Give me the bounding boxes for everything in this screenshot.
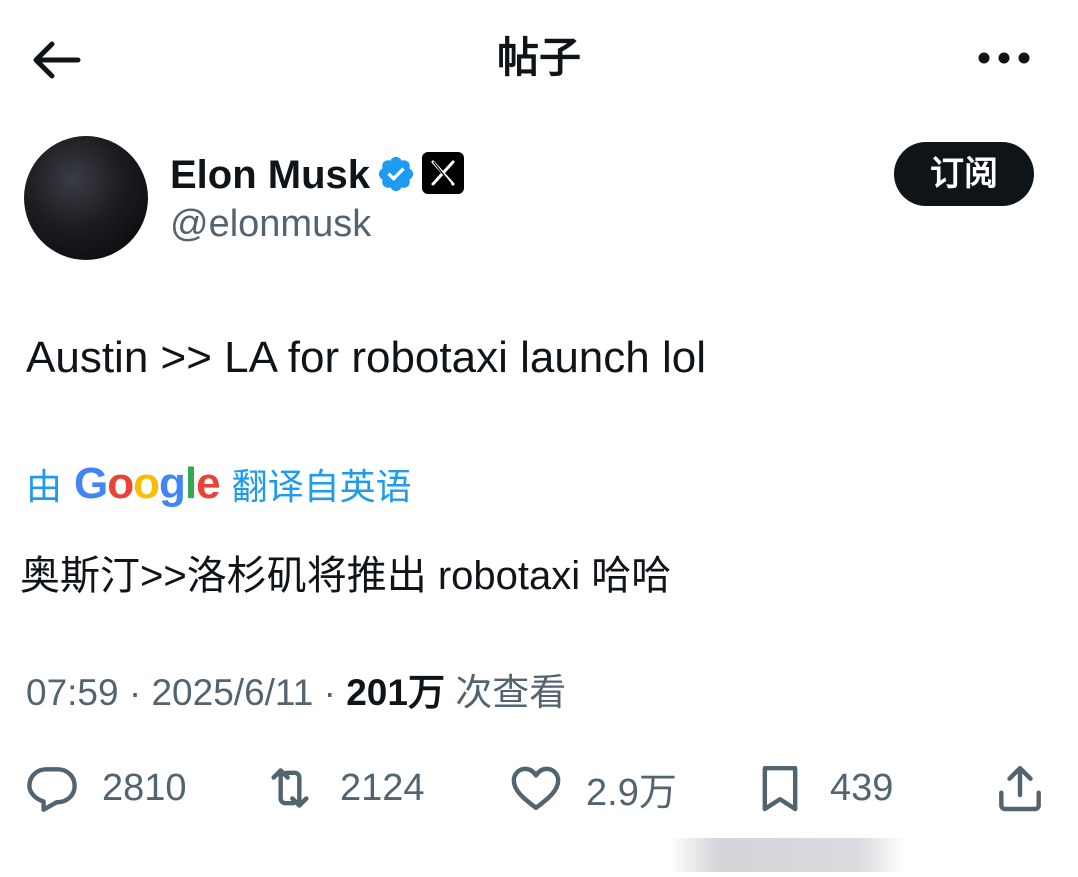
more-options-icon[interactable] [972, 40, 1036, 76]
share-icon [992, 760, 1048, 816]
page-title: 帖子 [496, 34, 581, 81]
reply-count: 2810 [102, 766, 187, 809]
bookmark-icon [752, 760, 808, 816]
translation-suffix: 翻译自英语 [231, 466, 412, 507]
like-button[interactable]: 2.9万 [508, 758, 677, 818]
watermark [670, 838, 906, 872]
bookmark-button[interactable]: 439 [752, 758, 893, 818]
google-logo: Google [74, 459, 221, 508]
reply-icon [24, 760, 80, 816]
like-count: 2.9万 [586, 771, 677, 814]
meta-separator: · [323, 672, 336, 713]
reply-button[interactable]: 2810 [24, 758, 187, 818]
views-label: 次查看 [455, 672, 567, 713]
meta-separator: · [128, 672, 142, 713]
avatar[interactable] [24, 136, 148, 260]
translation-prefix: 由 [26, 466, 63, 507]
bookmark-count: 439 [830, 766, 894, 809]
views-count: 201万 [346, 672, 445, 713]
post-time[interactable]: 07:59 [26, 672, 119, 713]
post-date[interactable]: 2025/6/11 [151, 672, 313, 713]
translated-text: 奥斯汀>>洛杉矶将推出 robotaxi 哈哈 [20, 554, 672, 598]
heart-icon [508, 760, 564, 816]
share-button[interactable] [992, 758, 1048, 818]
repost-button[interactable]: 2124 [262, 758, 425, 818]
subscribe-button[interactable]: 订阅 [894, 142, 1034, 206]
author-name[interactable]: Elon Musk [170, 152, 370, 198]
verified-badge-icon [376, 154, 416, 194]
repost-count: 2124 [340, 766, 425, 809]
x-logo-icon[interactable] [422, 152, 464, 194]
translation-attribution[interactable]: 由 Google 翻译自英语 [26, 458, 412, 510]
post-meta: 07:59 · 2025/6/11 · 201万 次查看 [26, 668, 566, 718]
author-handle[interactable]: @elonmusk [170, 202, 371, 246]
post-text: Austin >> LA for robotaxi launch lol [26, 333, 706, 382]
repost-icon [262, 760, 318, 816]
